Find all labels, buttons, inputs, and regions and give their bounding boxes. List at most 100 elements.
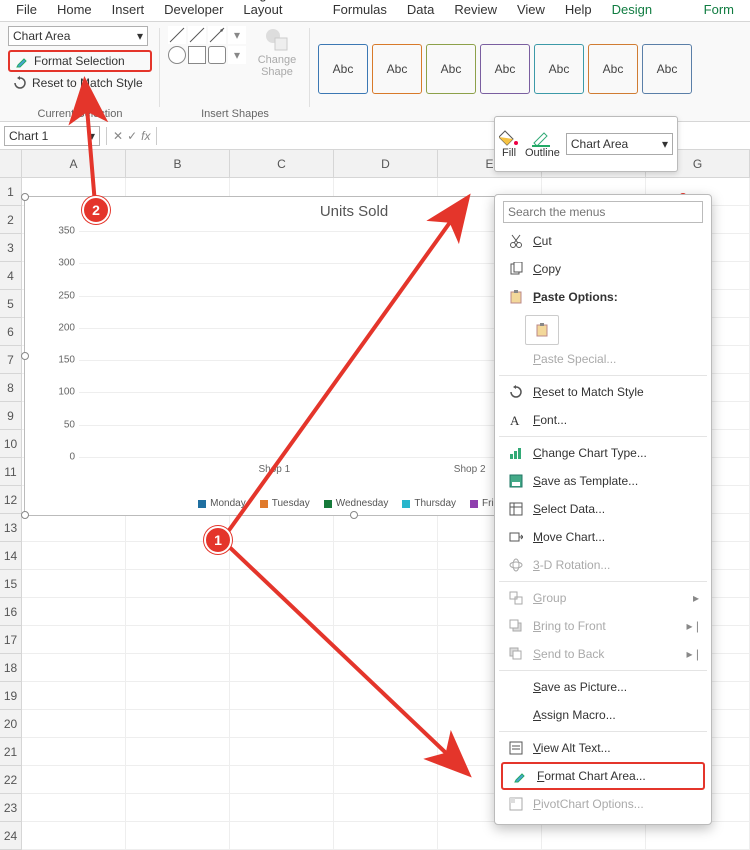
format-selection-button[interactable]: Format Selection [8,50,152,72]
cell[interactable] [334,542,438,570]
cell[interactable] [334,570,438,598]
cancel-icon[interactable]: ✕ [113,129,123,143]
tab-formulas[interactable]: Formulas [323,0,397,21]
cell[interactable] [334,822,438,850]
reset-match-style-button[interactable]: Reset to Match Style [8,72,152,94]
mini-toolbar[interactable]: Fill Outline Chart Area ▾ [494,116,678,172]
tab-home[interactable]: Home [47,0,102,21]
menu-search-input[interactable] [503,201,703,223]
cell[interactable] [230,794,334,822]
tab-view[interactable]: View [507,0,555,21]
menu-movechart[interactable]: Move Chart... [499,523,707,551]
chart-element-mini-dropdown[interactable]: Chart Area ▾ [566,133,673,155]
legend-item[interactable]: Monday [198,498,246,509]
menu-font[interactable]: AFont... [499,406,707,434]
shape-style-preset[interactable]: Abc [534,44,584,94]
menu-reset[interactable]: Reset to Match Style [499,378,707,406]
shape-style-preset[interactable]: Abc [318,44,368,94]
row-header[interactable]: 7 [0,346,22,374]
shapes-gallery[interactable]: ▾ ▾ [168,26,246,64]
cell[interactable] [22,598,126,626]
cell[interactable] [334,794,438,822]
row-header[interactable]: 10 [0,430,22,458]
row-header[interactable]: 15 [0,570,22,598]
cell[interactable] [230,682,334,710]
tab-form[interactable]: Form [694,0,744,21]
menu-alttext[interactable]: View Alt Text... [499,734,707,762]
legend-item[interactable]: Wednesday [324,498,389,509]
cell[interactable] [22,710,126,738]
row-header[interactable]: 17 [0,626,22,654]
cell[interactable] [126,822,230,850]
row-header[interactable]: 1 [0,178,22,206]
cell[interactable] [542,822,646,850]
cell[interactable] [334,682,438,710]
row-header[interactable]: 13 [0,514,22,542]
cell[interactable] [22,570,126,598]
cell[interactable] [22,682,126,710]
row-header[interactable]: 18 [0,654,22,682]
tab-page-layout[interactable]: Page Layout [233,0,322,21]
name-box[interactable]: Chart 1 ▾ [4,126,100,146]
tab-review[interactable]: Review [444,0,507,21]
legend-item[interactable]: Tuesday [260,498,310,509]
row-header[interactable]: 12 [0,486,22,514]
cell[interactable] [22,626,126,654]
cell[interactable] [230,766,334,794]
cell[interactable] [126,794,230,822]
row-header[interactable]: 24 [0,822,22,850]
cell[interactable] [126,654,230,682]
row-header[interactable]: 21 [0,738,22,766]
cell[interactable] [230,542,334,570]
cell[interactable] [22,766,126,794]
cell[interactable] [230,710,334,738]
row-header[interactable]: 20 [0,710,22,738]
cell[interactable] [22,542,126,570]
menu-savepic[interactable]: Save as Picture... [499,673,707,701]
cell[interactable] [334,710,438,738]
cell[interactable] [230,654,334,682]
cell[interactable] [126,626,230,654]
cell[interactable] [334,738,438,766]
menu-copy[interactable]: Copy [499,255,707,283]
chart-element-dropdown[interactable]: Chart Area ▾ [8,26,148,46]
column-header[interactable]: C [230,150,334,178]
row-header[interactable]: 3 [0,234,22,262]
tab-data[interactable]: Data [397,0,444,21]
column-header[interactable]: D [334,150,438,178]
row-header[interactable]: 2 [0,206,22,234]
row-header[interactable]: 5 [0,290,22,318]
shape-style-preset[interactable]: Abc [372,44,422,94]
tab-insert[interactable]: Insert [102,0,155,21]
fx-icon[interactable]: fx [141,129,150,143]
cell[interactable] [22,822,126,850]
menu-savetpl[interactable]: Save as Template... [499,467,707,495]
cell[interactable] [22,514,126,542]
outline-button[interactable]: Outline [525,129,560,159]
tab-help[interactable]: Help [555,0,602,21]
cell[interactable] [126,766,230,794]
cell[interactable] [230,514,334,542]
menu-pasteopts[interactable]: Paste Options: [499,283,707,311]
row-header[interactable]: 19 [0,682,22,710]
row-header[interactable]: 11 [0,458,22,486]
cell[interactable] [438,822,542,850]
paste-option-button[interactable] [525,315,559,345]
cell[interactable] [230,598,334,626]
menu-changetype[interactable]: Change Chart Type... [499,439,707,467]
row-header[interactable]: 4 [0,262,22,290]
row-header[interactable]: 22 [0,766,22,794]
menu-formatarea[interactable]: Format Chart Area... [501,762,705,790]
cell[interactable] [126,710,230,738]
row-header[interactable]: 9 [0,402,22,430]
row-header[interactable]: 14 [0,542,22,570]
fill-button[interactable]: Fill [499,129,519,159]
cell[interactable] [334,626,438,654]
cell[interactable] [334,766,438,794]
shape-style-preset[interactable]: Abc [426,44,476,94]
shape-style-preset[interactable]: Abc [588,44,638,94]
row-header[interactable]: 23 [0,794,22,822]
menu-cut[interactable]: Cut [499,227,707,255]
shape-style-preset[interactable]: Abc [480,44,530,94]
menu-selectdata[interactable]: Select Data... [499,495,707,523]
